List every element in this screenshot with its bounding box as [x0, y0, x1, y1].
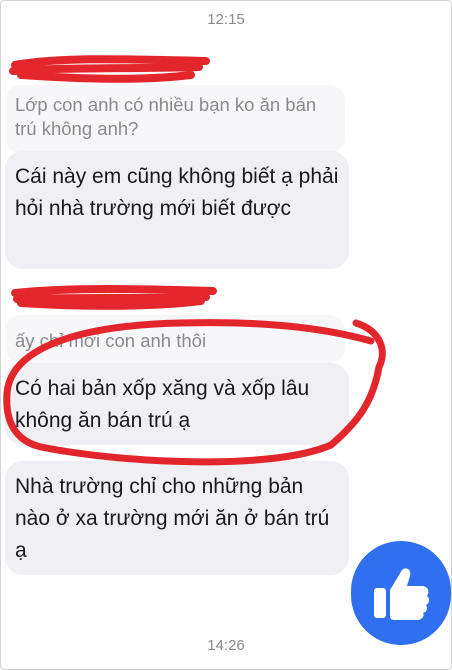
message-bubble-2[interactable]: Có hai bản xốp xăng và xốp lâu không ăn …	[5, 363, 349, 445]
redaction-scribble-1	[9, 55, 210, 83]
quoted-message-1: Lớp con anh có nhiều bạn ko ăn bán trú k…	[5, 85, 345, 153]
quoted-message-2-text: ấy chỉ mời con anh thôi	[15, 330, 207, 351]
message-bubble-3[interactable]: Nhà trường chỉ cho những bản nào ở xa tr…	[5, 461, 349, 575]
quoted-message-2: ấy chỉ mời con anh thôi	[5, 315, 345, 363]
thumbs-up-icon	[374, 568, 430, 620]
timestamp-top: 12:15	[207, 11, 245, 28]
message-bubble-1-text: Cái này em cũng không biết ạ phải hỏi nh…	[15, 165, 339, 220]
like-button[interactable]	[351, 541, 451, 645]
quoted-message-1-text: Lớp con anh có nhiều bạn ko ăn bán trú k…	[15, 94, 317, 139]
message-bubble-1[interactable]: Cái này em cũng không biết ạ phải hỏi nh…	[5, 151, 349, 269]
message-bubble-3-text: Nhà trường chỉ cho những bản nào ở xa tr…	[15, 475, 330, 562]
screenshot-frame: 12:15 Lớp con anh có nhiều bạn ko ăn bán…	[0, 0, 452, 670]
redaction-scribble-2	[11, 285, 217, 310]
message-bubble-2-text: Có hai bản xốp xăng và xốp lâu không ăn …	[15, 377, 310, 432]
